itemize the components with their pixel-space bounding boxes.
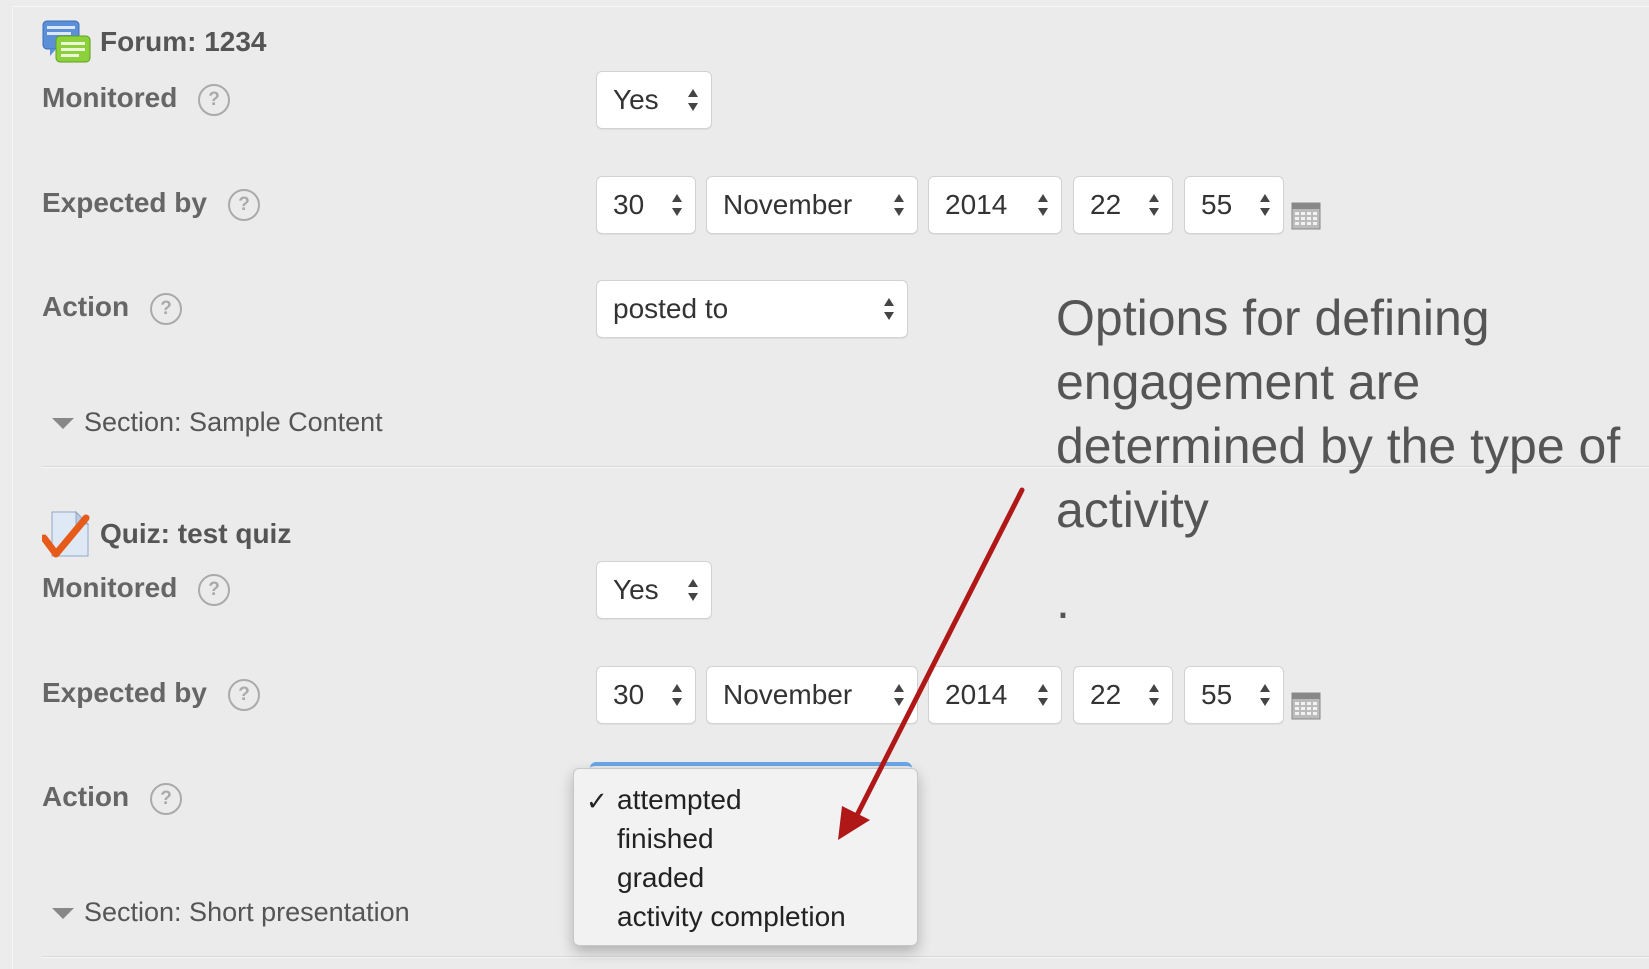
- section-short-presentation[interactable]: Section: Short presentation: [52, 897, 410, 928]
- forum-monitored-label: Monitored: [42, 82, 178, 113]
- quiz-expected-label: Expected by: [42, 677, 207, 708]
- collapse-triangle-icon: [52, 908, 74, 920]
- quiz-icon: [42, 510, 90, 558]
- quiz-action-dropdown[interactable]: ✓ attempted finished graded activity com…: [573, 768, 918, 946]
- forum-monitored-value: Yes: [613, 84, 659, 115]
- collapse-triangle-icon: [52, 418, 74, 430]
- option-finished[interactable]: finished: [617, 820, 714, 858]
- forum-monitored-select[interactable]: Yes: [596, 71, 712, 129]
- up-down-arrows-icon: [688, 89, 698, 111]
- up-down-arrows-icon: [688, 579, 698, 601]
- quiz-minute-value: 55: [1201, 679, 1233, 710]
- up-down-arrows-icon: [884, 298, 894, 320]
- annotation-dot: .: [1056, 573, 1070, 629]
- section-sample-content-label: Section: Sample Content: [84, 407, 383, 437]
- up-down-arrows-icon: [672, 194, 682, 216]
- question-circle-icon[interactable]: ?: [198, 84, 230, 116]
- quiz-year-value: 2014: [945, 679, 1008, 710]
- forum-year-value: 2014: [945, 189, 1008, 220]
- up-down-arrows-icon: [1260, 194, 1270, 216]
- forum-title: Forum: 1234: [100, 26, 267, 57]
- forum-hour-value: 22: [1090, 189, 1122, 220]
- calendar-icon[interactable]: [1291, 200, 1321, 230]
- quiz-hour-select[interactable]: 22: [1073, 666, 1173, 724]
- up-down-arrows-icon: [1038, 684, 1048, 706]
- forum-minute-select[interactable]: 55: [1184, 176, 1284, 234]
- forum-hour-select[interactable]: 22: [1073, 176, 1173, 234]
- option-activity-completion[interactable]: activity completion: [617, 898, 846, 936]
- question-circle-icon[interactable]: ?: [228, 189, 260, 221]
- calendar-icon[interactable]: [1291, 690, 1321, 720]
- up-down-arrows-icon: [1149, 684, 1159, 706]
- quiz-action-label: Action: [42, 781, 130, 812]
- quiz-title: Quiz: test quiz: [100, 518, 292, 549]
- question-circle-icon[interactable]: ?: [150, 783, 182, 815]
- forum-action-select[interactable]: posted to: [596, 280, 908, 338]
- question-circle-icon[interactable]: ?: [198, 574, 230, 606]
- up-down-arrows-icon: [672, 684, 682, 706]
- quiz-monitored-value: Yes: [613, 574, 659, 605]
- forum-day-value: 30: [613, 189, 645, 220]
- up-down-arrows-icon: [1149, 194, 1159, 216]
- question-circle-icon[interactable]: ?: [150, 293, 182, 325]
- forum-month-select[interactable]: November: [706, 176, 918, 234]
- forum-action-value: posted to: [613, 293, 729, 324]
- quiz-hour-value: 22: [1090, 679, 1122, 710]
- quiz-monitored-select[interactable]: Yes: [596, 561, 712, 619]
- option-graded[interactable]: graded: [617, 859, 704, 897]
- quiz-month-select[interactable]: November: [706, 666, 918, 724]
- quiz-year-select[interactable]: 2014: [928, 666, 1062, 724]
- forum-expected-label: Expected by: [42, 187, 207, 218]
- section-sample-content[interactable]: Section: Sample Content: [52, 407, 383, 438]
- annotation-text: Options for defining engagement are dete…: [1056, 290, 1621, 538]
- checkmark-icon: ✓: [586, 786, 608, 816]
- forum-month-value: November: [723, 189, 853, 220]
- up-down-arrows-icon: [1260, 684, 1270, 706]
- quiz-day-select[interactable]: 30: [596, 666, 696, 724]
- forum-action-label: Action: [42, 291, 130, 322]
- forum-minute-value: 55: [1201, 189, 1233, 220]
- quiz-minute-select[interactable]: 55: [1184, 666, 1284, 724]
- section-divider: [42, 956, 1649, 957]
- option-attempted[interactable]: attempted: [617, 781, 742, 819]
- forum-icon: [42, 20, 91, 63]
- forum-day-select[interactable]: 30: [596, 176, 696, 234]
- question-circle-icon[interactable]: ?: [228, 679, 260, 711]
- quiz-day-value: 30: [613, 679, 645, 710]
- quiz-monitored-label: Monitored: [42, 572, 178, 603]
- forum-year-select[interactable]: 2014: [928, 176, 1062, 234]
- up-down-arrows-icon: [894, 194, 904, 216]
- section-short-presentation-label: Section: Short presentation: [84, 897, 410, 927]
- quiz-month-value: November: [723, 679, 853, 710]
- up-down-arrows-icon: [1038, 194, 1048, 216]
- up-down-arrows-icon: [894, 684, 904, 706]
